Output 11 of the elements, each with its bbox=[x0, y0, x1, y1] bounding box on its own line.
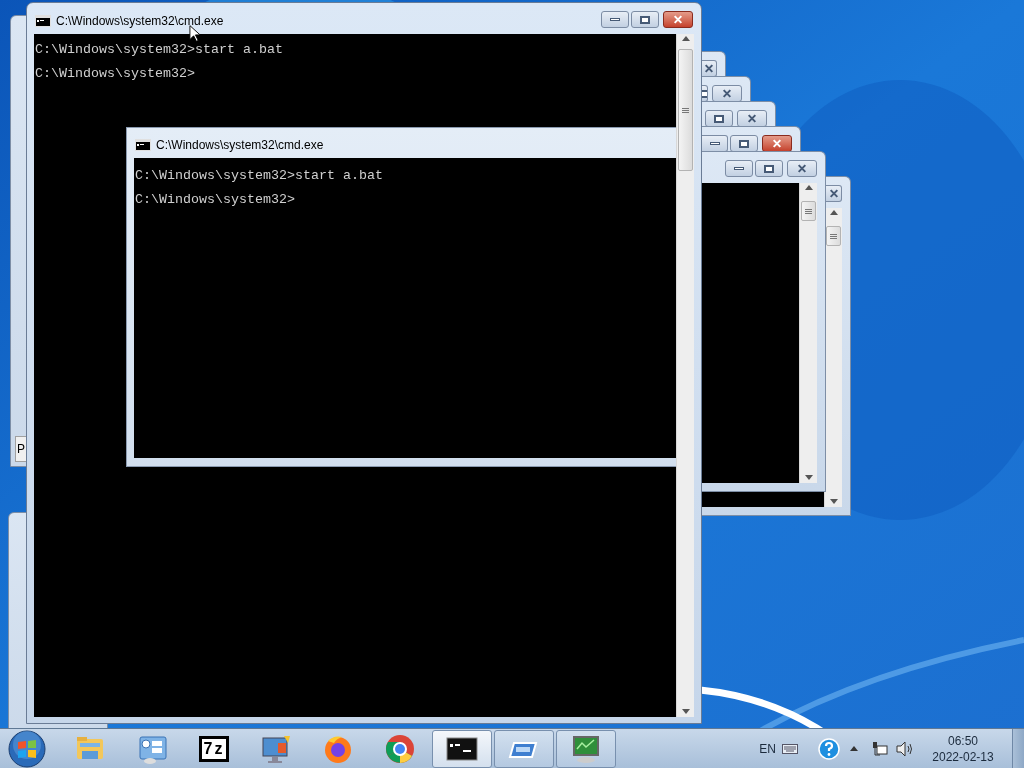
console-line: C:\Windows\system32>start a.bat bbox=[35, 44, 283, 56]
taskbar-button[interactable]: 7z bbox=[184, 729, 244, 768]
console-line: C:\Windows\system32>start a.bat bbox=[135, 170, 383, 182]
window-title: C:\Windows\system32\cmd.exe bbox=[56, 13, 224, 30]
language-indicator[interactable]: EN bbox=[759, 739, 776, 758]
console-line: C:\Windows\system32> bbox=[135, 194, 296, 206]
window-title: C:\Windows\system32\cmd.exe bbox=[156, 137, 324, 154]
clock[interactable]: 06:50 2022-02-13 bbox=[928, 728, 998, 768]
label-text: P bbox=[17, 442, 25, 456]
console-line: C:\Windows\system32> bbox=[35, 68, 196, 80]
app-logo: 7z bbox=[201, 738, 227, 759]
